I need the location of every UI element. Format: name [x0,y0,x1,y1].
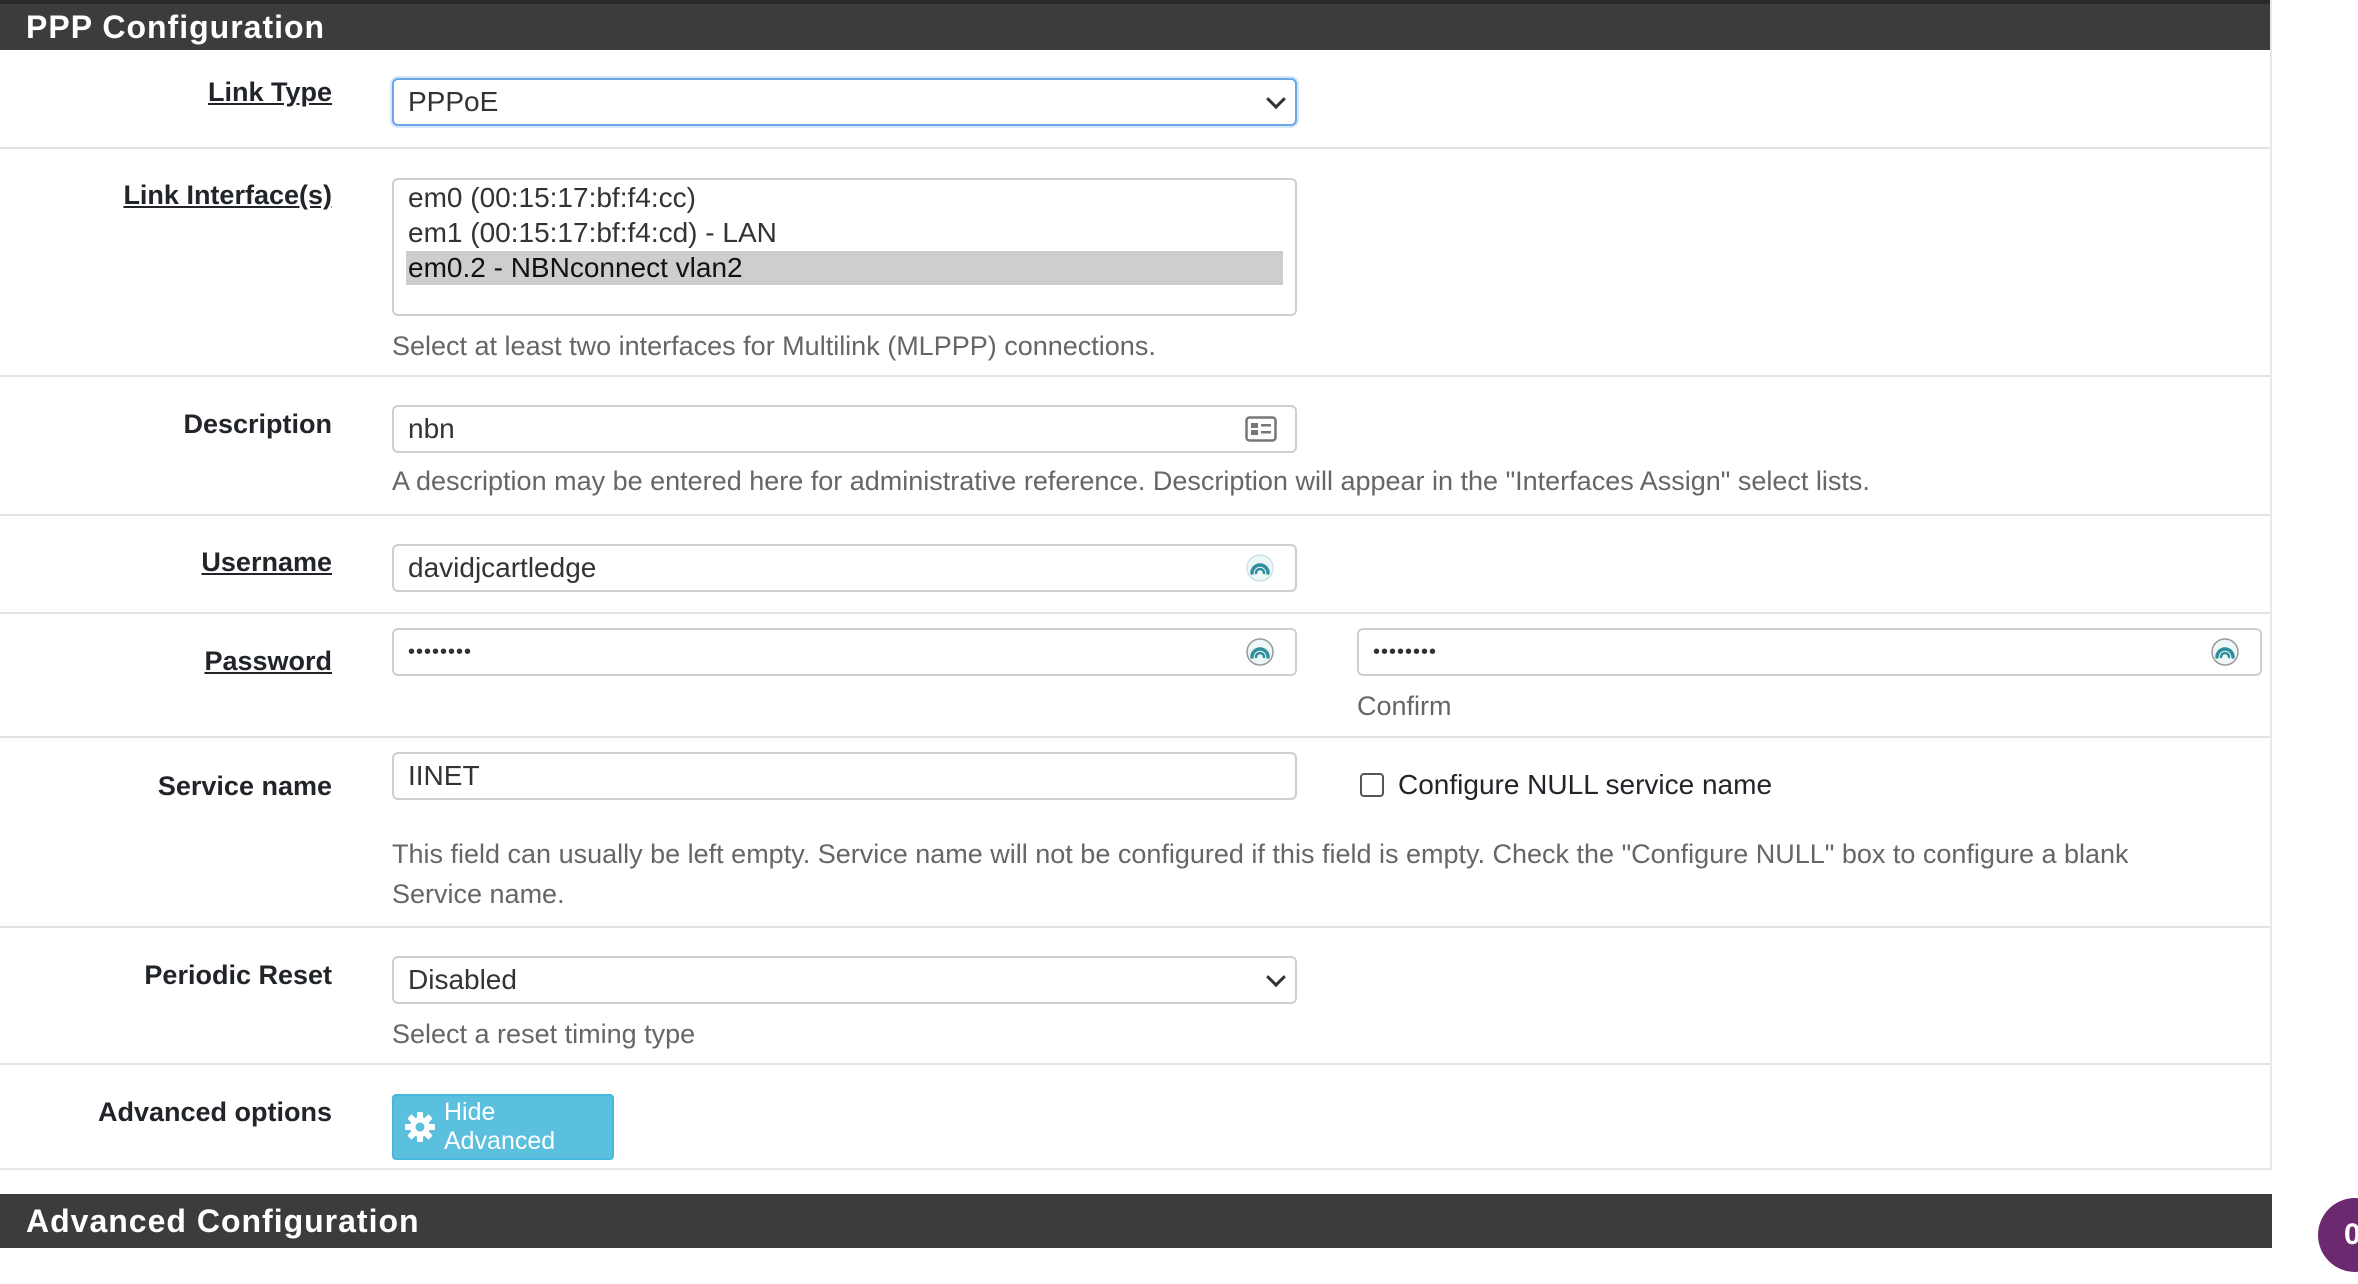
service-name-row: Service name IINET This field can usuall… [0,738,2270,928]
password-row: Password •••••••• •••••••• Confirm [0,614,2270,738]
advanced-configuration-title: Advanced Configuration [0,1194,2272,1248]
password-manager-icon[interactable] [1245,637,1275,667]
username-row: Username davidjcartledge [0,516,2270,614]
hide-advanced-label: Hide Advanced [443,1098,556,1155]
link-type-select[interactable]: PPPoE [392,78,1297,126]
password-confirm-label: Confirm [1357,691,1452,721]
password-confirm-input[interactable]: •••••••• [1357,628,2262,676]
periodic-reset-row: Periodic Reset Disabled Select a reset t… [0,928,2270,1065]
chevron-down-icon [1266,967,1286,988]
description-input[interactable]: nbn [392,405,1297,453]
interface-option-selected[interactable]: em0.2 - NBNconnect vlan2 [406,251,1283,285]
username-value: davidjcartledge [408,552,597,583]
password-manager-icon[interactable] [2210,637,2240,667]
ppp-configuration-title: PPP Configuration [0,0,2270,50]
link-type-row: Link Type PPPoE [0,50,2270,149]
chat-badge[interactable]: 0 [2318,1198,2358,1272]
advanced-configuration-panel: Advanced Configuration [0,1194,2272,1284]
interface-option[interactable]: em0 (00:15:17:bf:f4:cc) [406,181,1283,215]
periodic-reset-select[interactable]: Disabled [392,956,1297,1004]
username-label: Username [201,547,332,577]
configure-null-service-label[interactable]: Configure NULL service name [1398,769,1772,801]
chevron-down-icon [1266,89,1286,110]
interface-option[interactable]: em1 (00:15:17:bf:f4:cd) - LAN [406,216,1283,250]
password-value: •••••••• [408,640,473,663]
username-input[interactable]: davidjcartledge [392,544,1297,592]
description-value: nbn [408,413,455,444]
link-type-label: Link Type [207,77,332,107]
password-confirm-value: •••••••• [1373,640,1438,663]
gear-icon [404,1112,435,1142]
service-name-label: Service name [157,771,332,801]
link-type-value: PPPoE [408,86,499,117]
service-name-input[interactable]: IINET [392,752,1297,800]
description-label: Description [183,409,332,439]
advanced-options-label: Advanced options [97,1097,332,1127]
password-label: Password [204,646,332,676]
advanced-options-row: Advanced options [0,1065,2270,1168]
hide-advanced-button[interactable]: Hide Advanced [392,1094,614,1160]
configure-null-service-checkbox[interactable] [1360,773,1384,797]
description-row: Description nbn A description may be ent… [0,377,2270,516]
description-help: A description may be entered here for ad… [392,466,1870,496]
periodic-reset-help: Select a reset timing type [392,1019,696,1049]
contact-card-icon[interactable] [1245,416,1277,442]
service-name-help: This field can usually be left empty. Se… [392,834,2222,914]
link-interfaces-help: Select at least two interfaces for Multi… [392,331,1156,361]
password-manager-icon[interactable] [1245,553,1275,583]
periodic-reset-value: Disabled [408,964,517,995]
password-input[interactable]: •••••••• [392,628,1297,676]
configure-null-service-checkbox-wrap[interactable]: Configure NULL service name [1360,769,1772,801]
service-name-help-line: Service name. [392,879,565,909]
periodic-reset-label: Periodic Reset [144,960,332,990]
service-name-value: IINET [408,760,480,791]
link-interfaces-listbox[interactable]: em0 (00:15:17:bf:f4:cc) em1 (00:15:17:bf… [392,178,1297,316]
ppp-configuration-panel: PPP Configuration Link Type PPPoE Link I… [0,0,2272,1170]
service-name-help-line: This field can usually be left empty. Se… [392,839,2129,869]
link-interfaces-label: Link Interface(s) [123,180,332,210]
